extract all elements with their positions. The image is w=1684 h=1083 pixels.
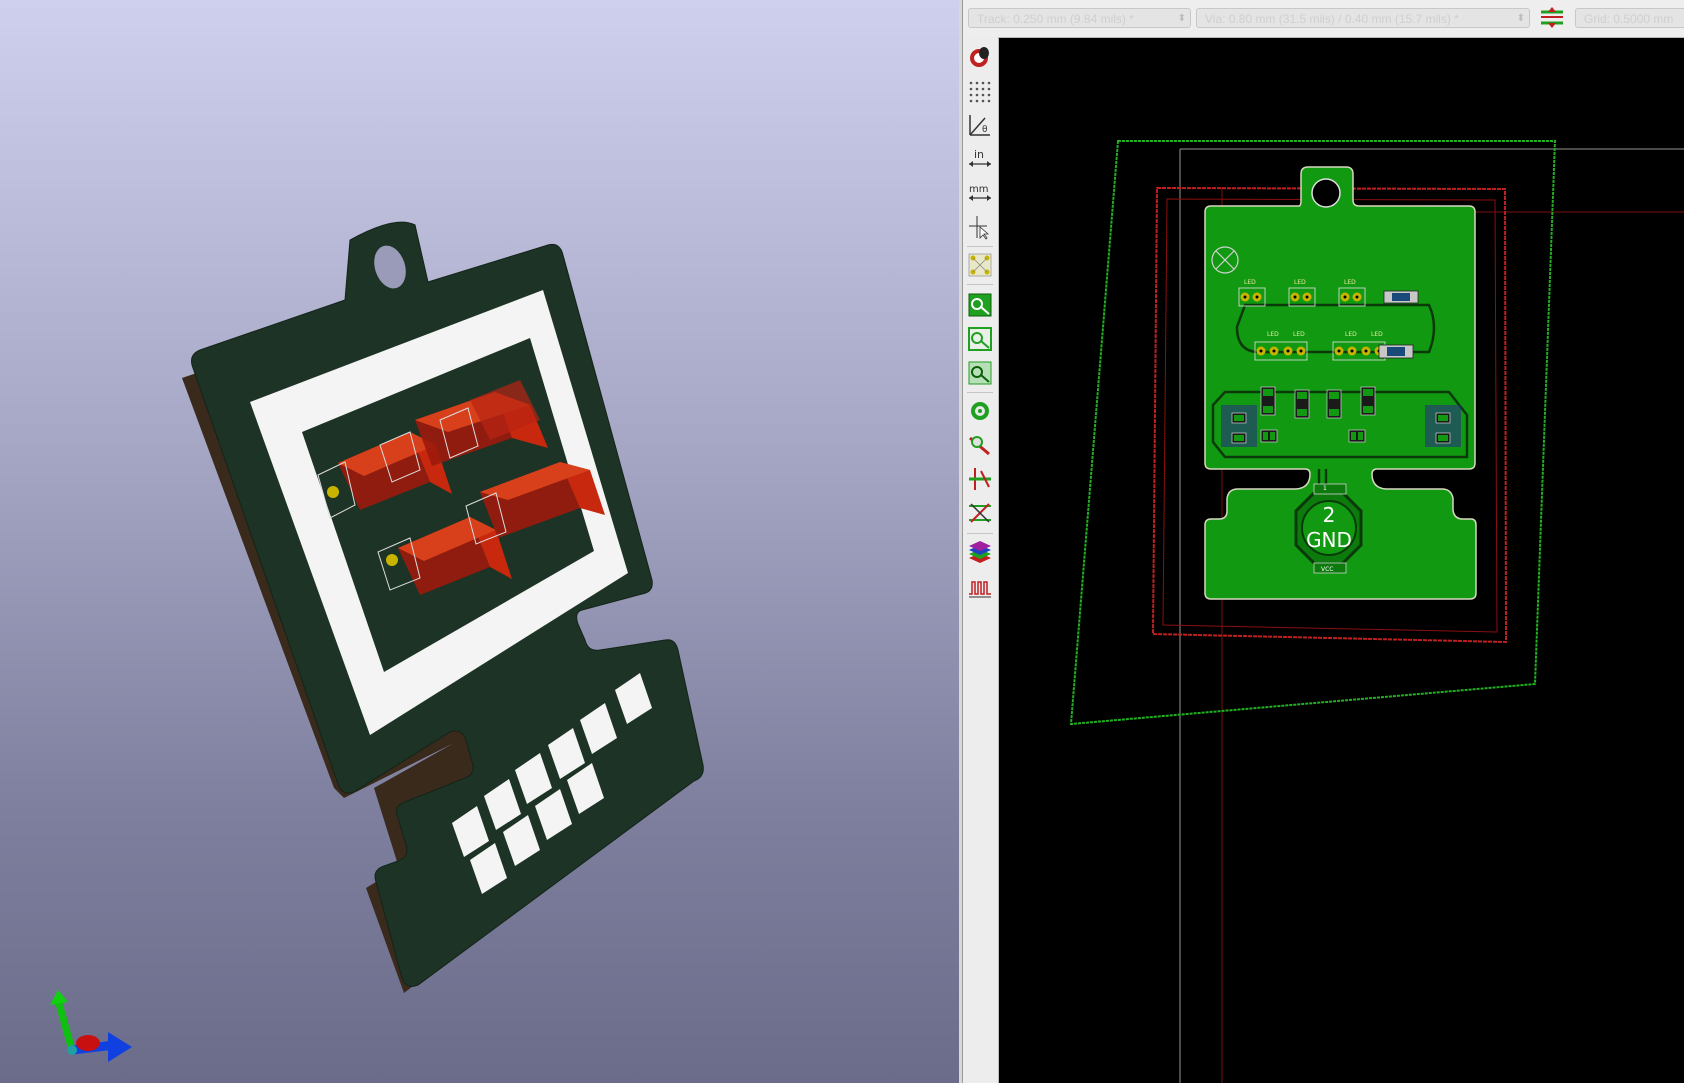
pcb-board: LED LED LED LED LED LED LED 1 VCC 2 GND	[1204, 166, 1477, 600]
grid-icon	[969, 81, 991, 103]
zone-sketch-button[interactable]	[966, 359, 994, 387]
crosshair-cursor-icon	[969, 216, 990, 240]
svg-text:θ: θ	[982, 125, 988, 135]
drc-bug-icon	[970, 47, 989, 67]
track-width-select[interactable]: Track: 0.250 mm (9.84 mils) * ⬍	[968, 8, 1191, 28]
svg-text:2: 2	[1323, 503, 1336, 527]
svg-text:mm: mm	[969, 184, 988, 195]
svg-text:1: 1	[1323, 485, 1327, 492]
zone-sketch-icon	[968, 361, 992, 385]
inch-units-icon: in	[969, 148, 991, 167]
grid-select[interactable]: Grid: 0.5000 mm	[1575, 8, 1684, 28]
zone-unfilled-button[interactable]	[966, 325, 994, 353]
track-width-icon	[1541, 7, 1563, 28]
svg-text:LED: LED	[1371, 331, 1383, 338]
svg-text:LED: LED	[1267, 331, 1279, 338]
high-contrast-button[interactable]	[966, 499, 994, 527]
svg-text:LED: LED	[1294, 279, 1306, 286]
layers-icon	[969, 541, 991, 563]
ratsnest-button[interactable]	[966, 251, 994, 279]
zone-outline-icon	[968, 327, 992, 351]
svg-text:LED: LED	[1293, 331, 1305, 338]
svg-text:VCC: VCC	[1321, 566, 1333, 573]
3d-viewer-canvas[interactable]	[0, 0, 959, 1083]
grid-toggle-button[interactable]	[966, 77, 994, 105]
track-sketch-icon	[969, 468, 991, 490]
ratsnest-icon	[968, 253, 992, 277]
svg-text:LED: LED	[1244, 279, 1256, 286]
track-width-value: Track: 0.250 mm (9.84 mils) *	[977, 12, 1134, 26]
via-sketch-button[interactable]	[966, 431, 994, 459]
polar-coords-button[interactable]: θ	[966, 111, 994, 139]
pcb-editor: Track: 0.250 mm (9.84 mils) * ⬍ Via: 0.8…	[963, 0, 1684, 1083]
zone-filled-icon	[968, 293, 992, 317]
polar-coords-icon: θ	[969, 115, 990, 136]
svg-text:LED: LED	[1344, 279, 1356, 286]
pad-sketch-icon	[971, 402, 989, 420]
left-toolbar: θ in mm	[963, 37, 999, 1083]
microwave-icon	[969, 581, 991, 598]
top-toolbar: Track: 0.250 mm (9.84 mils) * ⬍ Via: 0.8…	[963, 0, 1684, 38]
drc-button[interactable]	[966, 43, 994, 71]
chevron-down-icon: ⬍	[1516, 13, 1525, 24]
via-sketch-icon	[969, 436, 990, 456]
units-inch-button[interactable]: in	[966, 145, 994, 173]
pcb-layout-drawing: LED LED LED LED LED LED LED 1 VCC 2 GND	[1069, 140, 1684, 1083]
auto-track-width-button[interactable]	[1537, 5, 1567, 31]
grid-value: Grid: 0.5000 mm	[1584, 12, 1674, 26]
svg-text:LED: LED	[1345, 331, 1357, 338]
pad-sketch-button[interactable]	[966, 397, 994, 425]
via-size-select[interactable]: Via: 0.80 mm (31.5 mils) / 0.40 mm (15.7…	[1196, 8, 1530, 28]
zone-filled-button[interactable]	[966, 291, 994, 319]
microwave-button[interactable]	[966, 573, 994, 601]
pcb-drawing-canvas[interactable]: LED LED LED LED LED LED LED 1 VCC 2 GND	[999, 37, 1684, 1083]
axis-gizmo	[50, 990, 132, 1062]
via-size-value: Via: 0.80 mm (31.5 mils) / 0.40 mm (15.7…	[1205, 12, 1459, 26]
svg-text:GND: GND	[1306, 528, 1352, 552]
cursor-shape-button[interactable]	[966, 213, 994, 241]
units-mm-button[interactable]: mm	[966, 179, 994, 207]
3d-board-render	[50, 221, 704, 1062]
mm-units-icon: mm	[969, 184, 991, 201]
high-contrast-icon	[969, 503, 991, 523]
track-sketch-button[interactable]	[966, 465, 994, 493]
chevron-down-icon: ⬍	[1177, 13, 1186, 24]
layers-manager-button[interactable]	[966, 539, 994, 567]
svg-text:in: in	[974, 148, 984, 161]
